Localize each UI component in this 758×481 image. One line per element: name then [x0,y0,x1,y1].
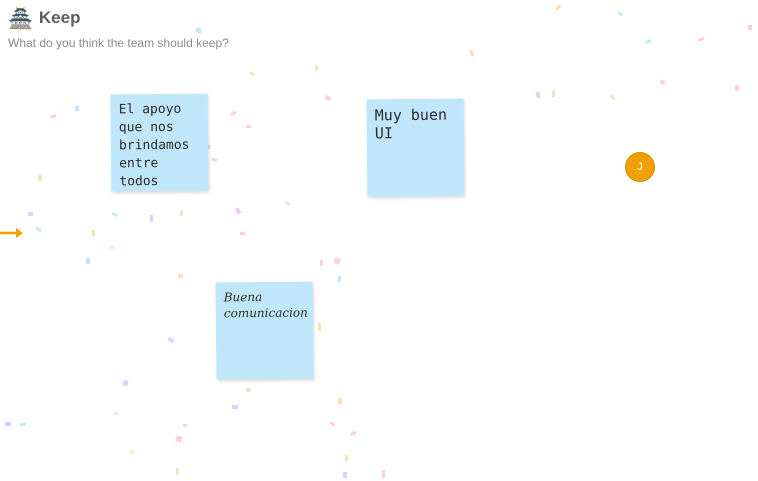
participant-avatar[interactable]: J [625,152,655,182]
retro-board[interactable]: 🏯 Keep What do you think the team should… [0,0,758,481]
page-subtitle: What do you think the team should keep? [8,36,229,50]
pagoda-icon: 🏯 [8,6,33,30]
board-header: 🏯 Keep What do you think the team should… [8,6,229,50]
confetti-decoration [5,4,752,478]
connector-arrow-icon[interactable] [0,226,26,240]
sticky-note[interactable]: Buena comunicacion [215,281,314,380]
sticky-note[interactable]: El apoyo que nos brindamos entre todos [110,93,209,192]
page-title: Keep [38,8,81,27]
sticky-note-text: Buena comunicacion [223,290,308,321]
avatar-initial: J [637,161,643,173]
sticky-note-text: El apoyo que nos brindamos entre todos [118,101,190,190]
sticky-note-text: Muy buen UI [374,105,448,143]
sticky-note[interactable]: Muy buen UI [366,98,465,197]
